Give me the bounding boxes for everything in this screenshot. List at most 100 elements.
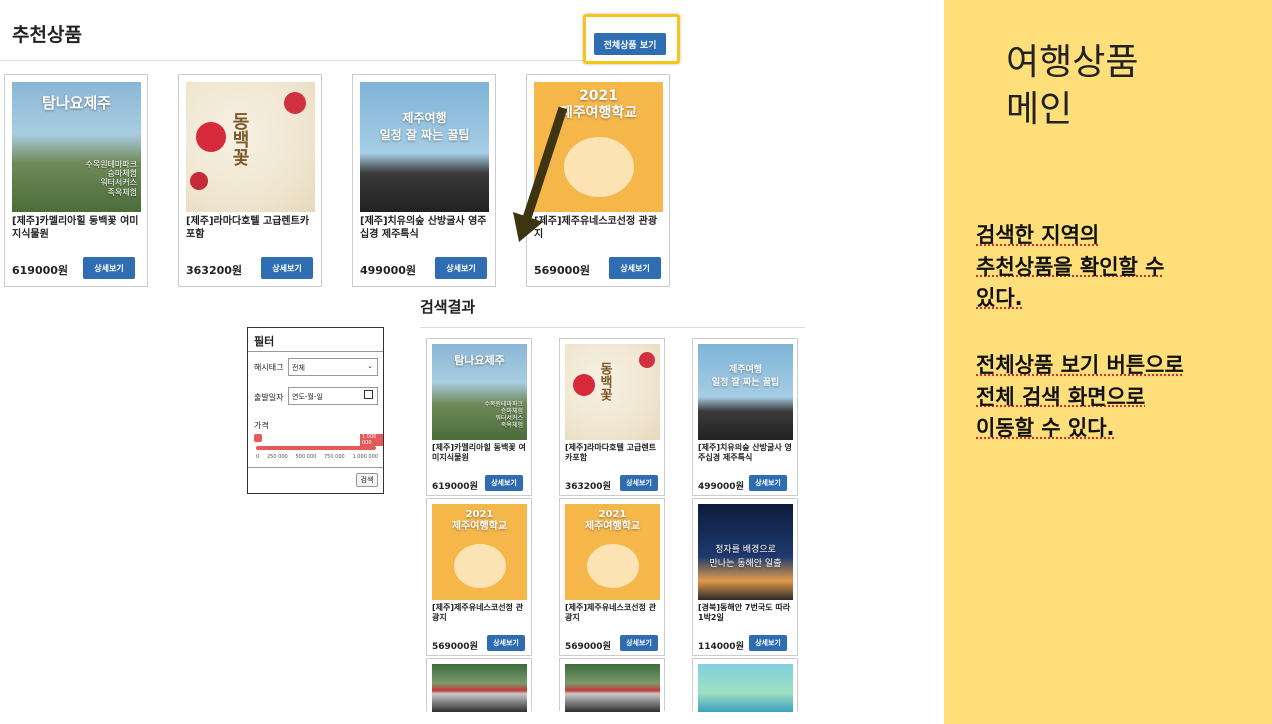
panel-description-2: 전체상품 보기 버튼으로 전체 검색 화면으로 이동할 수 있다. <box>976 353 1184 440</box>
recommend-card[interactable]: 동백꽃 [제주]라마다호텔 고급렌트카포함 363200원 상세보기 <box>178 74 322 287</box>
result-card[interactable]: 정자를 배경으로 만나는 동해안 일출 [경북]동해안 7번국도 따라 1박2일… <box>692 498 798 656</box>
product-thumbnail: 정자를 배경으로 만나는 동해안 일출 <box>698 504 793 600</box>
detail-button[interactable]: 상세보기 <box>749 635 787 651</box>
product-thumbnail <box>698 664 793 712</box>
product-price: 499000원 <box>360 264 417 277</box>
thumb-subtitle: 수목원테마파크 승마체험 워터서커스 족욕체험 <box>85 160 137 197</box>
thumb-title: 동백꽃 <box>229 112 250 166</box>
filter-panel: 필터 해시태그 전체 ⌄ 출발일자 연도-월-일 가격 1 000 000 0 … <box>247 327 384 494</box>
product-price: 499000원 <box>698 482 744 492</box>
detail-button[interactable]: 상세보기 <box>620 635 658 651</box>
product-name: [제주]치유의숲 산방굴사 영주십경 제주특식 <box>360 216 487 240</box>
hashtag-label: 해시태그 <box>254 363 284 372</box>
product-name: [제주]카멜리아힐 동백꽃 여미지식물원 <box>12 216 139 240</box>
results-divider <box>420 327 805 328</box>
price-label: 가격 <box>254 421 269 430</box>
hashtag-value: 전체 <box>292 364 305 372</box>
detail-button[interactable]: 상세보기 <box>435 257 487 279</box>
camellia-flower-icon <box>639 352 655 368</box>
product-thumbnail: 제주여행 일정 잘 짜는 꿀팁 <box>698 344 793 440</box>
product-name: [제주]치유의숲 산방굴사 영주십경 제주특식 <box>698 443 792 462</box>
results-title: 검색결과 <box>420 298 476 316</box>
price-max-tag: 1 000 000 <box>360 434 383 446</box>
recommend-card[interactable]: 탐나요제주 수목원테마파크 승마체험 워터서커스 족욕체험 [제주]카멜리아힐 … <box>4 74 148 287</box>
detail-button[interactable]: 상세보기 <box>83 257 135 279</box>
product-name: [경북]동해안 7번국도 따라 1박2일 <box>698 603 791 622</box>
description-panel: 여행상품 메인 검색한 지역의 추천상품을 확인할 수 있다. 전체상품 보기 … <box>944 0 1272 724</box>
arrow-annotation <box>513 106 568 242</box>
result-card[interactable]: 2021 제주여행학교 [제주]제주유네스코선정 관광지 569000원 상세보… <box>559 498 665 656</box>
product-thumbnail <box>565 664 660 712</box>
thumb-title: 제주여행 일정 잘 짜는 꿀팁 <box>379 111 470 142</box>
tick-label: 1 000 000 <box>352 454 378 460</box>
product-thumbnail <box>432 664 527 712</box>
product-price: 114000원 <box>698 642 744 652</box>
thumb-title: 2021 제주여행학교 <box>451 509 508 532</box>
detail-button[interactable]: 상세보기 <box>749 475 787 491</box>
decorative-circle <box>587 544 639 588</box>
panel-description-1: 검색한 지역의 추천상품을 확인할 수 있다. <box>976 223 1165 310</box>
decorative-circle <box>454 544 506 588</box>
detail-button[interactable]: 상세보기 <box>485 475 523 491</box>
hashtag-select[interactable]: 전체 ⌄ <box>288 358 378 376</box>
tick-label: 0 <box>256 454 260 460</box>
product-thumbnail: 동백꽃 <box>565 344 660 440</box>
panel-title: 여행상품 메인 <box>1006 42 1139 130</box>
product-name: [제주]라마다호텔 고급렌트카포함 <box>565 443 657 462</box>
result-card[interactable] <box>692 658 798 712</box>
thumb-title: 동백꽃 <box>597 362 612 401</box>
result-card[interactable]: 제주여행 일정 잘 짜는 꿀팁 [제주]치유의숲 산방굴사 영주십경 제주특식 … <box>692 338 798 496</box>
product-thumbnail: 탐나요제주 수목원테마파크 승마체험 워터서커스 족욕체험 <box>12 82 141 212</box>
calendar-icon <box>364 390 373 399</box>
tick-label: 500 000 <box>295 454 317 460</box>
filter-title: 필터 <box>254 335 275 348</box>
result-card[interactable] <box>559 658 665 712</box>
result-card[interactable]: 동백꽃 [제주]라마다호텔 고급렌트카포함 363200원 상세보기 <box>559 338 665 496</box>
date-placeholder: 연도-월-일 <box>292 393 323 401</box>
view-all-highlight: 전체상품 보기 <box>583 14 680 64</box>
product-name: [제주]제주유네스코선정 관광지 <box>432 603 524 622</box>
detail-button[interactable]: 상세보기 <box>620 475 658 491</box>
thumb-title: 제주여행 일정 잘 짜는 꿀팁 <box>711 365 780 388</box>
camellia-flower-icon <box>196 122 226 152</box>
result-card[interactable]: 2021 제주여행학교 [제주]제주유네스코선정 관광지 569000원 상세보… <box>426 498 532 656</box>
result-card[interactable] <box>426 658 532 712</box>
product-name: [제주]라마다호텔 고급렌트카포함 <box>186 216 310 240</box>
product-thumbnail: 제주여행 일정 잘 짜는 꿀팁 <box>360 82 489 212</box>
product-thumbnail: 동백꽃 <box>186 82 315 212</box>
product-thumbnail: 2021 제주여행학교 <box>432 504 527 600</box>
recommend-title: 추천상품 <box>12 24 82 46</box>
thumb-title: 탐나요제주 <box>41 94 111 112</box>
detail-button[interactable]: 상세보기 <box>261 257 313 279</box>
price-min-handle[interactable] <box>254 434 262 442</box>
product-price: 619000원 <box>432 482 478 492</box>
thumb-subtitle: 수목원테마파크 승마체험 워터서커스 족욕체험 <box>484 401 523 429</box>
thumb-title: 탐나요제주 <box>454 354 505 367</box>
recommend-divider <box>0 60 680 61</box>
camellia-flower-icon <box>284 92 306 114</box>
recommend-card[interactable]: 제주여행 일정 잘 짜는 꿀팁 [제주]치유의숲 산방굴사 영주십경 제주특식 … <box>352 74 496 287</box>
product-price: 569000원 <box>534 264 591 277</box>
search-button[interactable]: 검색 <box>356 473 378 487</box>
product-price: 569000원 <box>432 642 478 652</box>
view-all-button[interactable]: 전체상품 보기 <box>594 33 666 55</box>
filter-divider <box>248 351 383 352</box>
filter-divider <box>248 467 383 468</box>
date-input[interactable]: 연도-월-일 <box>288 387 378 405</box>
price-range-slider[interactable] <box>256 446 376 450</box>
chevron-down-icon: ⌄ <box>367 362 373 370</box>
product-price: 363200원 <box>565 482 611 492</box>
product-thumbnail: 탐나요제주 수목원테마파크 승마체험 워터서커스 족욕체험 <box>432 344 527 440</box>
thumb-title: 정자를 배경으로 만나는 동해안 일출 <box>709 545 782 569</box>
product-name: [제주]카멜리아힐 동백꽃 여미지식물원 <box>432 443 526 462</box>
product-thumbnail: 2021 제주여행학교 <box>565 504 660 600</box>
product-price: 363200원 <box>186 264 243 277</box>
camellia-flower-icon <box>190 172 208 190</box>
product-name: [제주]제주유네스코선정 관광지 <box>565 603 657 622</box>
thumb-title: 2021 제주여행학교 <box>584 509 641 532</box>
tick-label: 750 000 <box>324 454 345 460</box>
date-label: 출발일자 <box>254 393 284 402</box>
detail-button[interactable]: 상세보기 <box>487 635 525 651</box>
detail-button[interactable]: 상세보기 <box>609 257 661 279</box>
result-card[interactable]: 탐나요제주 수목원테마파크 승마체험 워터서커스 족욕체험 [제주]카멜리아힐 … <box>426 338 532 496</box>
